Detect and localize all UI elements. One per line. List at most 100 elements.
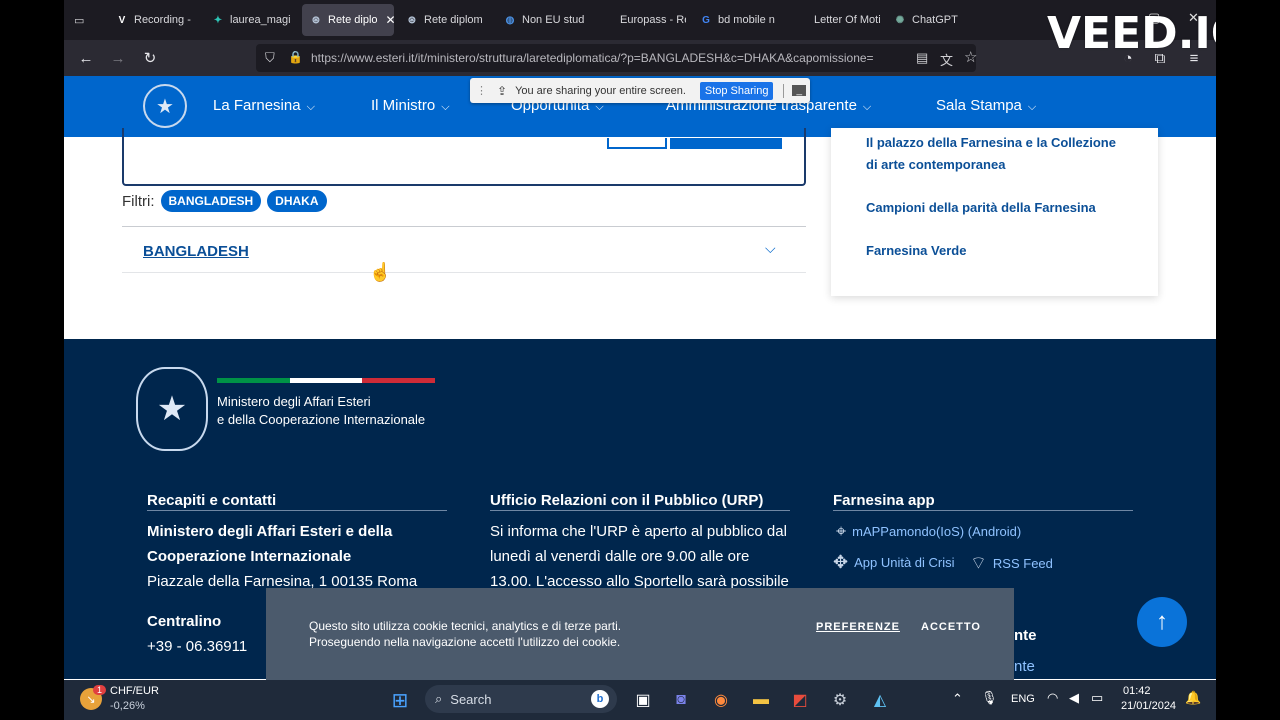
google-icon: G bbox=[702, 14, 710, 26]
menu-il-ministro[interactable]: Il Ministro ⌵ bbox=[371, 97, 450, 114]
wifi-icon[interactable]: ◠ bbox=[1047, 690, 1058, 706]
divider bbox=[783, 83, 785, 98]
cookie-text-line1: Questo sito utilizza cookie tecnici, ana… bbox=[309, 619, 622, 633]
ministry-name-line2: e della Cooperazione Internazionale bbox=[217, 412, 426, 427]
menu-sala-stampa[interactable]: Sala Stampa ⌵ bbox=[936, 97, 1036, 114]
address-bar[interactable]: ⛉ 🔒 https://www.esteri.it/it/ministero/s… bbox=[256, 44, 977, 72]
footer-contacts-title: Recapiti e contatti bbox=[147, 492, 277, 509]
filters-label: Filtri: bbox=[122, 192, 155, 210]
menu-la-farnesina[interactable]: La Farnesina ⌵ bbox=[213, 97, 315, 114]
ticker-badge: 1 bbox=[93, 685, 107, 695]
tab-overview-icon[interactable]: ▭ bbox=[70, 4, 96, 36]
rss-icon: ⌔ bbox=[970, 553, 987, 573]
rss-feed-label: RSS Feed bbox=[992, 556, 1053, 571]
task-view-icon[interactable]: ▣ bbox=[631, 688, 655, 712]
italian-flag-stripe bbox=[217, 378, 436, 383]
reset-button[interactable] bbox=[607, 138, 667, 149]
browser-tab[interactable]: Gbd mobile n bbox=[692, 4, 782, 36]
flag-white bbox=[289, 378, 363, 383]
reload-icon[interactable]: ↻ bbox=[140, 48, 160, 68]
browser-tab[interactable]: ⊛ Rete diplom bbox=[398, 4, 490, 36]
url-text[interactable]: https://www.esteri.it/it/ministero/strut… bbox=[311, 51, 911, 65]
clock-time[interactable]: 01:42 bbox=[1123, 685, 1151, 697]
battery-icon[interactable]: ▭ bbox=[1091, 690, 1103, 706]
chevron-up-icon[interactable]: ⌃ bbox=[952, 691, 963, 707]
drag-handle-icon[interactable]: ⋮ bbox=[476, 84, 487, 97]
cookie-preferences-link[interactable]: PREFERENZE bbox=[816, 621, 900, 633]
paint-icon[interactable]: ◭ bbox=[868, 688, 892, 712]
settings-gear-icon[interactable]: ⚙ bbox=[828, 688, 852, 712]
sharing-message: You are sharing your entire screen. bbox=[515, 84, 686, 97]
sidebar-link-farnesina-verde[interactable]: Farnesina Verde bbox=[866, 240, 1126, 262]
ministry-org-line2: Cooperazione Internazionale bbox=[147, 548, 352, 565]
cookie-accept-button[interactable]: ACCETTO bbox=[921, 621, 981, 633]
chevron-down-icon: ⌵ bbox=[1027, 101, 1037, 113]
chevron-down-icon: ⌵ bbox=[862, 101, 872, 113]
search-icon: ⌕ bbox=[435, 691, 443, 706]
volume-icon[interactable]: ◀ bbox=[1069, 690, 1079, 706]
reader-view-icon[interactable]: ▤ bbox=[916, 50, 928, 66]
lock-icon[interactable]: 🔒 bbox=[288, 50, 303, 64]
clock-date[interactable]: 21/01/2024 bbox=[1121, 700, 1176, 712]
tab-label: Rete diplo bbox=[328, 14, 378, 26]
browser-tab[interactable]: ◍ Non EU stud bbox=[496, 4, 588, 36]
taskbar-search[interactable]: ⌕ Search b bbox=[425, 685, 617, 713]
browser-tab[interactable]: Europass - Resu bbox=[594, 4, 686, 36]
translate-icon[interactable]: 文 bbox=[940, 50, 953, 69]
sidebar-link-palazzo[interactable]: Il palazzo della Farnesina e la Collezio… bbox=[866, 132, 1126, 176]
teams-icon[interactable]: ◙ bbox=[669, 688, 693, 712]
app-icon[interactable]: ◩ bbox=[788, 688, 812, 712]
mappamondo-link[interactable]: ⌖ mAPPamondo(IoS) (Android) bbox=[836, 521, 1021, 542]
ticker-name[interactable]: CHF/EUR bbox=[110, 685, 159, 697]
sidebar-link-campioni[interactable]: Campioni della parità della Farnesina bbox=[866, 197, 1126, 219]
filters-bar: Filtri: BANGLADESH DHAKA bbox=[122, 190, 327, 212]
unita-di-crisi-link[interactable]: ✥ App Unità di Crisi bbox=[833, 552, 955, 573]
ministry-org-line1: Ministero degli Affari Esteri e della bbox=[147, 523, 393, 540]
switchboard-label: Centralino bbox=[147, 613, 222, 630]
shield-icon[interactable]: ⛉ bbox=[265, 50, 275, 66]
browser-tab[interactable]: V Recording - bbox=[108, 4, 198, 36]
unita-di-crisi-label: App Unità di Crisi bbox=[854, 555, 955, 570]
cookie-banner: Questo sito utilizza cookie tecnici, ana… bbox=[266, 588, 1014, 680]
hand-cursor-icon: ☝ bbox=[369, 262, 392, 282]
close-tab-icon[interactable]: ✕ bbox=[386, 13, 394, 27]
tab-label: bd mobile n bbox=[718, 14, 775, 26]
divider bbox=[833, 510, 1133, 511]
stop-sharing-button[interactable]: Stop Sharing bbox=[699, 81, 774, 100]
italian-republic-emblem-icon[interactable]: ★ bbox=[143, 84, 187, 128]
map-pin-icon: ⌖ bbox=[836, 521, 847, 541]
filter-chip-city[interactable]: DHAKA bbox=[267, 190, 327, 212]
filter-chip-country[interactable]: BANGLADESH bbox=[160, 190, 262, 212]
accordion-title[interactable]: BANGLADESH bbox=[143, 243, 249, 260]
bookmark-star-icon[interactable]: ☆ bbox=[964, 48, 977, 66]
microphone-icon[interactable]: 🎙 bbox=[981, 690, 998, 706]
tab-label: Non EU stud bbox=[522, 14, 585, 26]
rss-feed-link[interactable]: ⌔ RSS Feed bbox=[970, 552, 1053, 575]
divider bbox=[122, 272, 806, 273]
footer-partial-link[interactable]: nte bbox=[1014, 658, 1035, 675]
urp-text-line2: lunedì al venerdì dalle ore 9.00 alle or… bbox=[490, 548, 750, 565]
minimize-bar-button[interactable]: _ bbox=[792, 85, 807, 96]
notification-bell-icon[interactable]: 🔔 bbox=[1185, 690, 1201, 706]
tab-label: Letter Of Motiva bbox=[814, 14, 880, 26]
file-explorer-icon[interactable]: ▬ bbox=[749, 688, 773, 712]
chevron-down-icon[interactable]: ⌵ bbox=[765, 240, 776, 257]
sparkle-icon: ✦ bbox=[213, 14, 223, 26]
back-to-top-button[interactable]: ↑ bbox=[1137, 597, 1187, 647]
browser-tab[interactable]: Letter Of Motiva bbox=[788, 4, 880, 36]
switchboard-phone[interactable]: +39 - 06.36911 bbox=[147, 634, 247, 659]
browser-tab[interactable]: ✦ laurea_magi bbox=[204, 4, 296, 36]
tab-label: Rete diplom bbox=[424, 14, 483, 26]
language-indicator[interactable]: ENG bbox=[1011, 693, 1035, 705]
windows-start-icon[interactable]: ⊞ bbox=[388, 688, 412, 712]
browser-tab[interactable]: ✺ ChatGPT bbox=[886, 4, 976, 36]
chevron-down-icon: ⌵ bbox=[441, 101, 450, 113]
back-icon[interactable]: ← bbox=[76, 48, 96, 68]
emblem-icon: ⊛ bbox=[311, 14, 321, 26]
firefox-icon[interactable]: ◉ bbox=[709, 688, 733, 712]
browser-tab[interactable]: ⊛ Rete diplo ✕ bbox=[302, 4, 394, 36]
tab-label: laurea_magi bbox=[230, 14, 291, 26]
search-button[interactable] bbox=[670, 138, 782, 149]
bing-icon[interactable]: b bbox=[591, 690, 609, 708]
forward-icon[interactable]: → bbox=[108, 48, 128, 68]
